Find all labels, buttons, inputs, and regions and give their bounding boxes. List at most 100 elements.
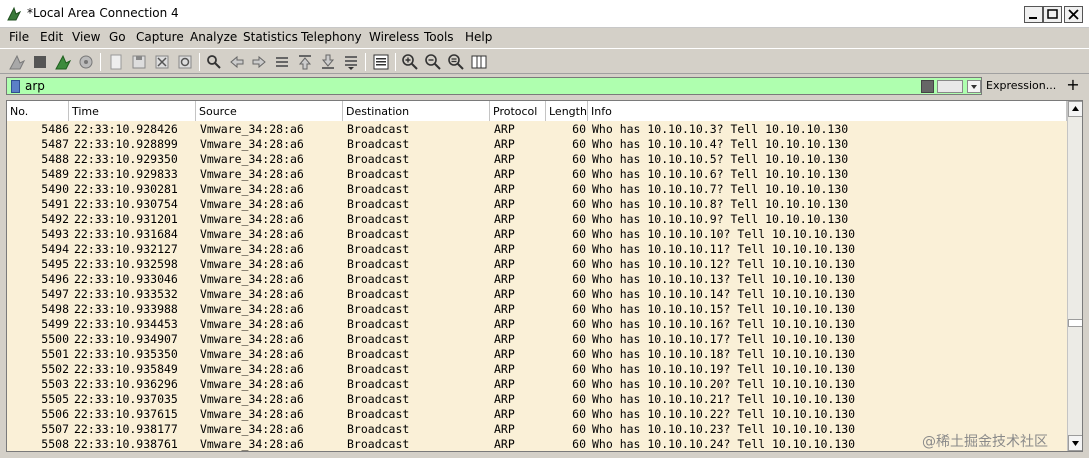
packet-no: 5495 bbox=[41, 257, 69, 271]
table-row[interactable]: 5488 22:33:10.929350 Vmware_34:28:a6 Broadc… bbox=[7, 152, 1067, 167]
autoscroll-icon[interactable] bbox=[342, 53, 360, 71]
column-header-source[interactable]: Source bbox=[196, 101, 343, 121]
column-header-no[interactable]: No. bbox=[7, 101, 69, 121]
packet-list[interactable]: No. Time Source Destination Protocol Len… bbox=[6, 100, 1083, 452]
packet-info: Who has 10.10.10.7? Tell 10.10.10.130 bbox=[592, 182, 849, 196]
zoom-in-icon[interactable] bbox=[401, 53, 419, 71]
scrollbar-thumb[interactable] bbox=[1068, 319, 1082, 327]
table-row[interactable]: 5505 22:33:10.937035 Vmware_34:28:a6 Broadc… bbox=[7, 392, 1067, 407]
packet-source: Vmware_34:28:a6 bbox=[200, 362, 304, 376]
column-header-length[interactable]: Length bbox=[546, 101, 588, 121]
packet-destination: Broadcast bbox=[347, 137, 410, 151]
close-button[interactable] bbox=[1064, 6, 1083, 23]
column-header-protocol[interactable]: Protocol bbox=[490, 101, 546, 121]
menu-telephony[interactable]: Telephony bbox=[301, 30, 362, 44]
scroll-down-button[interactable] bbox=[1068, 435, 1082, 451]
scroll-up-button[interactable] bbox=[1068, 101, 1082, 117]
column-header-time[interactable]: Time bbox=[69, 101, 196, 121]
packet-no: 5503 bbox=[41, 377, 69, 391]
packet-length: 60 bbox=[572, 167, 586, 181]
clear-filter-icon[interactable] bbox=[921, 80, 934, 93]
bookmark-icon[interactable] bbox=[11, 80, 20, 93]
packet-source: Vmware_34:28:a6 bbox=[200, 167, 304, 181]
goto-icon[interactable] bbox=[273, 53, 291, 71]
menu-wireless[interactable]: Wireless bbox=[369, 30, 419, 44]
zoom-reset-icon[interactable] bbox=[447, 53, 465, 71]
packet-destination: Broadcast bbox=[347, 182, 410, 196]
table-row[interactable]: 5494 22:33:10.932127 Vmware_34:28:a6 Broadc… bbox=[7, 242, 1067, 257]
minimize-button[interactable] bbox=[1024, 6, 1043, 23]
menu-statistics[interactable]: Statistics bbox=[243, 30, 298, 44]
packet-no: 5494 bbox=[41, 242, 69, 256]
table-row[interactable]: 5491 22:33:10.930754 Vmware_34:28:a6 Broadc… bbox=[7, 197, 1067, 212]
save-icon[interactable] bbox=[130, 53, 148, 71]
menu-file[interactable]: File bbox=[9, 30, 29, 44]
add-filter-button[interactable]: + bbox=[1063, 75, 1083, 95]
menu-analyze[interactable]: Analyze bbox=[190, 30, 237, 44]
table-row[interactable]: 5506 22:33:10.937615 Vmware_34:28:a6 Broadc… bbox=[7, 407, 1067, 422]
menu-capture[interactable]: Capture bbox=[136, 30, 184, 44]
table-row[interactable]: 5486 22:33:10.928426 Vmware_34:28:a6 Broadc… bbox=[7, 122, 1067, 137]
chevron-down-icon[interactable] bbox=[967, 80, 981, 93]
forward-icon[interactable] bbox=[250, 53, 268, 71]
apply-filter-icon[interactable] bbox=[937, 80, 963, 93]
table-row[interactable]: 5507 22:33:10.938177 Vmware_34:28:a6 Broadc… bbox=[7, 422, 1067, 437]
display-filter-input[interactable] bbox=[25, 78, 905, 94]
table-row[interactable]: 5490 22:33:10.930281 Vmware_34:28:a6 Broadc… bbox=[7, 182, 1067, 197]
packet-destination: Broadcast bbox=[347, 362, 410, 376]
reload-icon[interactable] bbox=[176, 53, 194, 71]
packet-source: Vmware_34:28:a6 bbox=[200, 287, 304, 301]
expression-button[interactable]: Expression... bbox=[983, 77, 1056, 95]
options-icon[interactable] bbox=[77, 53, 95, 71]
menu-tools[interactable]: Tools bbox=[424, 30, 454, 44]
packet-no: 5498 bbox=[41, 302, 69, 316]
table-row[interactable]: 5501 22:33:10.935350 Vmware_34:28:a6 Broadc… bbox=[7, 347, 1067, 362]
packet-time: 22:33:10.932598 bbox=[74, 257, 178, 271]
menu-view[interactable]: View bbox=[72, 30, 100, 44]
table-row[interactable]: 5489 22:33:10.929833 Vmware_34:28:a6 Broadc… bbox=[7, 167, 1067, 182]
table-row[interactable]: 5496 22:33:10.933046 Vmware_34:28:a6 Broadc… bbox=[7, 272, 1067, 287]
close-file-icon[interactable] bbox=[153, 53, 171, 71]
table-row[interactable]: 5498 22:33:10.933988 Vmware_34:28:a6 Broadc… bbox=[7, 302, 1067, 317]
packet-protocol: ARP bbox=[494, 272, 515, 286]
packet-no: 5496 bbox=[41, 272, 69, 286]
packet-info: Who has 10.10.10.20? Tell 10.10.10.130 bbox=[592, 377, 856, 391]
table-row[interactable]: 5499 22:33:10.934453 Vmware_34:28:a6 Broadc… bbox=[7, 317, 1067, 332]
packet-no: 5499 bbox=[41, 317, 69, 331]
table-row[interactable]: 5500 22:33:10.934907 Vmware_34:28:a6 Broadc… bbox=[7, 332, 1067, 347]
table-row[interactable]: 5502 22:33:10.935849 Vmware_34:28:a6 Broadc… bbox=[7, 362, 1067, 377]
chevron-up-icon bbox=[1072, 106, 1079, 111]
column-header-destination[interactable]: Destination bbox=[343, 101, 490, 121]
zoom-out-icon[interactable] bbox=[424, 53, 442, 71]
menu-help[interactable]: Help bbox=[465, 30, 492, 44]
menu-edit[interactable]: Edit bbox=[40, 30, 63, 44]
vertical-scrollbar[interactable] bbox=[1067, 101, 1082, 451]
colorize-icon[interactable] bbox=[372, 53, 390, 71]
packet-source: Vmware_34:28:a6 bbox=[200, 317, 304, 331]
stop-icon[interactable] bbox=[31, 53, 49, 71]
table-row[interactable]: 5492 22:33:10.931201 Vmware_34:28:a6 Broadc… bbox=[7, 212, 1067, 227]
packet-destination: Broadcast bbox=[347, 302, 410, 316]
packet-destination: Broadcast bbox=[347, 332, 410, 346]
back-icon[interactable] bbox=[228, 53, 246, 71]
packet-protocol: ARP bbox=[494, 287, 515, 301]
menu-go[interactable]: Go bbox=[109, 30, 126, 44]
column-header-info[interactable]: Info bbox=[588, 101, 1067, 121]
restart-icon[interactable] bbox=[54, 53, 72, 71]
resize-columns-icon[interactable] bbox=[470, 53, 488, 71]
table-row[interactable]: 5487 22:33:10.928899 Vmware_34:28:a6 Broadc… bbox=[7, 137, 1067, 152]
display-filter-field[interactable] bbox=[6, 77, 982, 95]
find-icon[interactable] bbox=[205, 53, 223, 71]
table-row[interactable]: 5503 22:33:10.936296 Vmware_34:28:a6 Broadc… bbox=[7, 377, 1067, 392]
table-row[interactable]: 5495 22:33:10.932598 Vmware_34:28:a6 Broadc… bbox=[7, 257, 1067, 272]
table-row[interactable]: 5497 22:33:10.933532 Vmware_34:28:a6 Broadc… bbox=[7, 287, 1067, 302]
packet-info: Who has 10.10.10.3? Tell 10.10.10.130 bbox=[592, 122, 849, 136]
packet-no: 5492 bbox=[41, 212, 69, 226]
table-row[interactable]: 5508 22:33:10.938761 Vmware_34:28:a6 Broadc… bbox=[7, 437, 1067, 451]
last-icon[interactable] bbox=[319, 53, 337, 71]
first-icon[interactable] bbox=[296, 53, 314, 71]
shark-fin-icon[interactable] bbox=[8, 53, 26, 71]
table-row[interactable]: 5493 22:33:10.931684 Vmware_34:28:a6 Broadc… bbox=[7, 227, 1067, 242]
open-icon[interactable] bbox=[107, 53, 125, 71]
maximize-button[interactable] bbox=[1043, 6, 1062, 23]
